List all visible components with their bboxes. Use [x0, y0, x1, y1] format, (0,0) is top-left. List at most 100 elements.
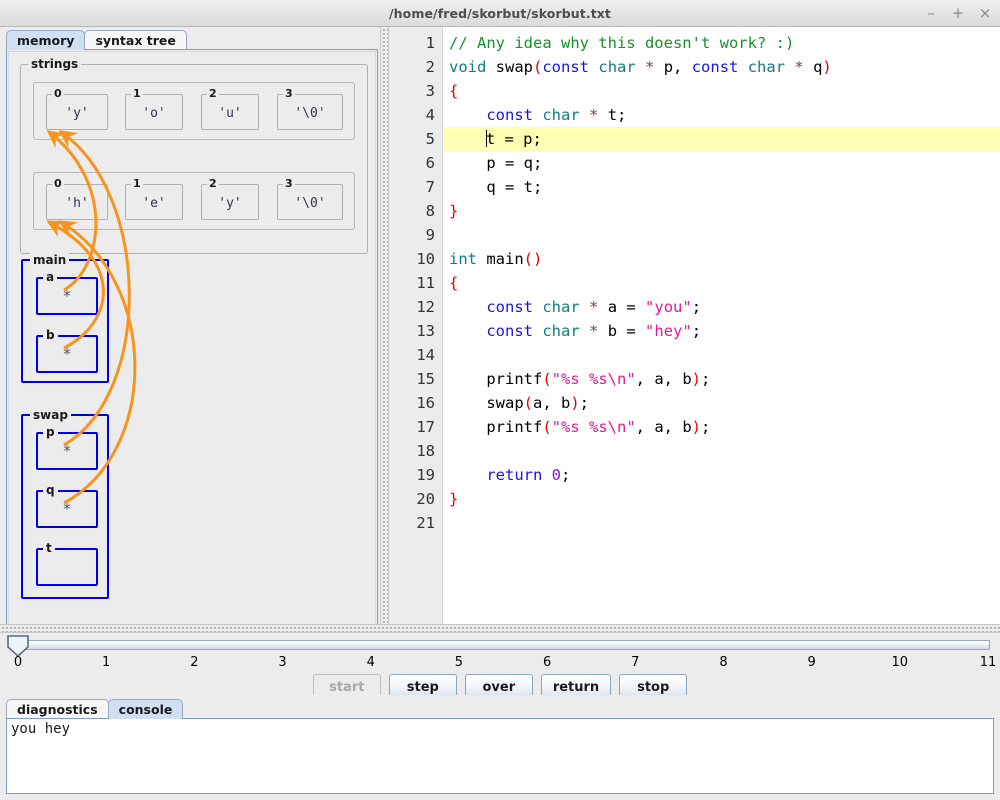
code-token: *: [589, 322, 598, 340]
code-token: printf: [449, 370, 542, 388]
code-token: }: [449, 202, 458, 220]
code-token: ;: [701, 370, 710, 388]
code-line[interactable]: swap(a, b);: [444, 391, 1000, 415]
code-line[interactable]: t = p;: [444, 127, 1000, 151]
code-token: q: [804, 58, 823, 76]
timeline-thumb[interactable]: [7, 635, 30, 657]
tab-diagnostics[interactable]: diagnostics: [6, 699, 109, 719]
vertical-split-divider[interactable]: [380, 27, 389, 624]
code-token: [486, 58, 495, 76]
code-token: char: [748, 58, 785, 76]
timeline-track[interactable]: [18, 640, 990, 650]
variable-a[interactable]: a *: [36, 277, 98, 315]
char-cell[interactable]: 3 '\0': [277, 184, 343, 220]
code-line[interactable]: // Any idea why this doesn't work? :): [444, 31, 1000, 55]
tab-console[interactable]: console: [108, 699, 184, 719]
code-line[interactable]: [444, 439, 1000, 463]
timeline-tick-label: 7: [631, 655, 639, 670]
code-token: t;: [598, 106, 626, 124]
line-number: 8: [426, 199, 435, 223]
close-icon[interactable]: ×: [978, 6, 992, 21]
variable-b[interactable]: b *: [36, 335, 98, 373]
strings-group-label: strings: [28, 57, 81, 71]
code-token: const: [486, 106, 533, 124]
code-line[interactable]: void swap(const char * p, const char * q…: [444, 55, 1000, 79]
variable-t[interactable]: t: [36, 548, 98, 586]
code-token: (: [524, 394, 533, 412]
code-line[interactable]: int main(): [444, 247, 1000, 271]
code-token: ;: [580, 394, 589, 412]
code-line[interactable]: printf("%s %s\n", a, b);: [444, 367, 1000, 391]
line-number: 11: [416, 271, 435, 295]
char-cell[interactable]: 3 '\0': [277, 94, 343, 130]
code-line[interactable]: const char * a = "you";: [444, 295, 1000, 319]
cell-value: 'y': [47, 95, 107, 129]
stack-frame-swap-label: swap: [30, 408, 71, 422]
char-cell[interactable]: 0 'y': [46, 94, 108, 130]
code-token: [580, 322, 589, 340]
code-token: [533, 298, 542, 316]
variable-q[interactable]: q *: [36, 490, 98, 528]
cell-value: 'h': [47, 185, 107, 219]
code-token: a =: [598, 298, 645, 316]
line-number: 6: [426, 151, 435, 175]
code-token: }: [449, 490, 458, 508]
char-cell[interactable]: 1 'e': [125, 184, 183, 220]
code-line[interactable]: p = q;: [444, 151, 1000, 175]
code-token: 0: [552, 466, 561, 484]
console-output-box[interactable]: you hey: [6, 718, 994, 794]
char-cell[interactable]: 2 'u': [201, 94, 259, 130]
tab-syntax-tree-label: syntax tree: [95, 33, 175, 48]
tab-syntax-tree[interactable]: syntax tree: [84, 30, 186, 50]
code-line[interactable]: const char * b = "hey";: [444, 319, 1000, 343]
variable-q-value: *: [38, 492, 96, 526]
code-token: "hey": [645, 322, 692, 340]
code-line[interactable]: printf("%s %s\n", a, b);: [444, 415, 1000, 439]
code-line[interactable]: {: [444, 79, 1000, 103]
code-token: char: [542, 106, 579, 124]
code-line[interactable]: q = t;: [444, 175, 1000, 199]
code-line[interactable]: [444, 223, 1000, 247]
code-line[interactable]: const char * t;: [444, 103, 1000, 127]
line-number: 7: [426, 175, 435, 199]
code-token: int: [449, 250, 477, 268]
char-cell[interactable]: 2 'y': [201, 184, 259, 220]
title-bar: /home/fred/skorbut/skorbut.txt – + ×: [0, 0, 1000, 27]
console-output-text: you hey: [11, 721, 70, 737]
maximize-icon[interactable]: +: [951, 6, 965, 21]
code-token: *: [589, 298, 598, 316]
code-line[interactable]: }: [444, 199, 1000, 223]
code-token: return: [486, 466, 542, 484]
code-line[interactable]: [444, 343, 1000, 367]
char-cell[interactable]: 1 'o': [125, 94, 183, 130]
code-token: p = q;: [449, 154, 542, 172]
code-line[interactable]: {: [444, 271, 1000, 295]
timeline-tick-label: 8: [719, 655, 727, 670]
code-token: "%s %s\n": [552, 418, 636, 436]
stop-button-label: stop: [637, 680, 669, 695]
minimize-icon[interactable]: –: [924, 6, 938, 21]
code-token: swap: [449, 394, 524, 412]
cell-value: 'o': [126, 95, 182, 129]
timeline-tick-label: 2: [190, 655, 198, 670]
step-button-label: step: [407, 680, 439, 695]
code-token: // Any idea why this doesn't work? :): [449, 34, 794, 52]
code-line[interactable]: }: [444, 487, 1000, 511]
bottom-panel: diagnostics console you hey: [0, 695, 1000, 800]
code-token: ): [692, 418, 701, 436]
code-line[interactable]: [444, 511, 1000, 535]
code-line[interactable]: return 0;: [444, 463, 1000, 487]
code-editor[interactable]: 123456789101112131415161718192021 // Any…: [390, 27, 1000, 624]
char-cell[interactable]: 0 'h': [46, 184, 108, 220]
code-token: [449, 130, 486, 148]
variable-p[interactable]: p *: [36, 432, 98, 470]
code-token: "%s %s\n": [552, 370, 636, 388]
code-token: b =: [598, 322, 645, 340]
variable-p-value: *: [38, 434, 96, 468]
horizontal-split-divider[interactable]: [0, 624, 1000, 633]
cell-value: 'y': [202, 185, 258, 219]
line-number: 1: [426, 31, 435, 55]
tab-memory[interactable]: memory: [6, 30, 85, 50]
line-number: 3: [426, 79, 435, 103]
code-text-area[interactable]: // Any idea why this doesn't work? :) voi…: [444, 27, 1000, 624]
